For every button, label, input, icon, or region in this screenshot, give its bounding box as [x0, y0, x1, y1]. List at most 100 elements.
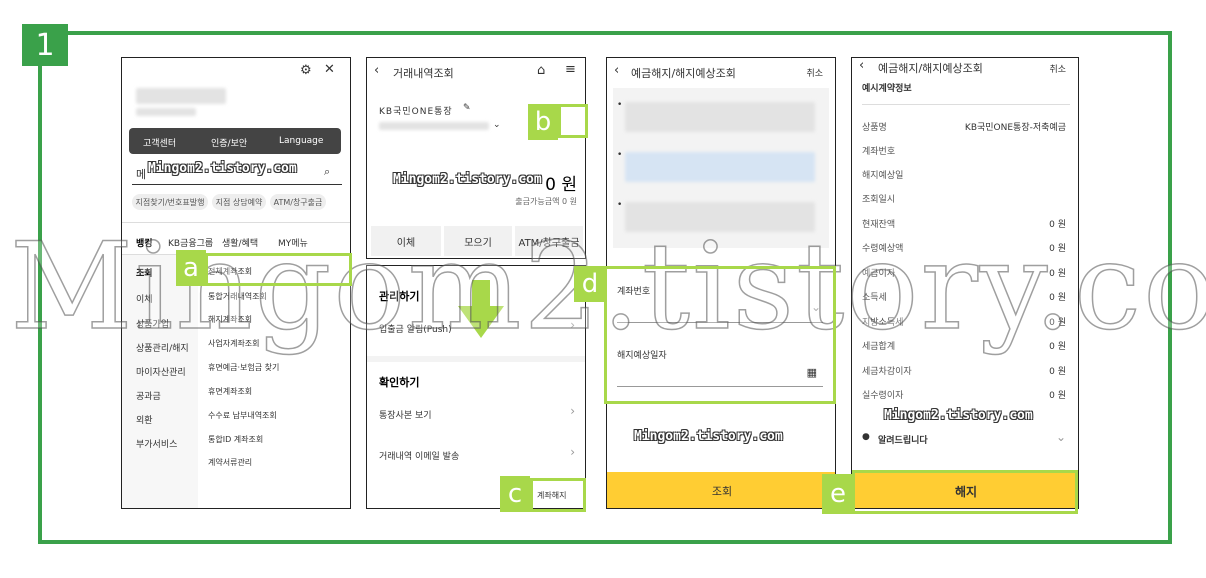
chevron-down-icon[interactable]: ⌄: [493, 120, 501, 130]
marker-b-label: b: [528, 104, 558, 140]
account-name: KB국민ONE통장: [379, 107, 453, 117]
sub-menu-contracts[interactable]: 계약서류관리: [208, 457, 252, 468]
sub-menu-fees[interactable]: 수수료 납부내역조회: [208, 410, 277, 421]
manage-heading: 관리하기: [379, 290, 420, 303]
back-icon[interactable]: ‹: [374, 63, 379, 78]
notice-toggle[interactable]: 알려드립니다: [878, 433, 928, 446]
sub-menu-integrated[interactable]: 통합ID 계좌조회: [208, 434, 263, 445]
watermark: Mingom2.tistory.com: [634, 429, 783, 444]
row-value: 0 원: [1049, 367, 1066, 377]
row-value: 0 원: [1049, 244, 1066, 254]
atm-button[interactable]: ATM/창구출금: [515, 226, 583, 256]
email-history-item[interactable]: 거래내역 이메일 발송: [379, 449, 459, 462]
sub-menu-dormant[interactable]: 휴면계좌조회: [208, 386, 252, 397]
check-heading: 확인하기: [379, 376, 420, 389]
row-label: 조회일시: [862, 195, 896, 205]
row-label: 소득세: [862, 293, 887, 303]
row-value: 0 원: [1049, 391, 1066, 401]
cancel-link[interactable]: 취소: [806, 66, 823, 79]
marker-d-box: [604, 266, 836, 404]
bullet-dot: •: [617, 150, 623, 160]
tab-kb-group[interactable]: KB금융그룹: [168, 236, 213, 249]
back-icon[interactable]: ‹: [859, 58, 864, 73]
row-label: 상품명: [862, 123, 887, 133]
search-icon[interactable]: ⌕: [324, 165, 330, 179]
tab-divider: [122, 222, 350, 223]
menu-icon[interactable]: ≡: [565, 62, 576, 77]
balance: 0 원: [545, 175, 577, 195]
row-value: 0 원: [1049, 318, 1066, 328]
row-label: 계좌번호: [862, 147, 896, 157]
left-menu-inquiry[interactable]: 조회: [136, 266, 153, 279]
section-divider: [367, 356, 585, 362]
row-value: 0 원: [1049, 293, 1066, 303]
tab-life[interactable]: 생활/혜택: [222, 236, 258, 249]
collect-button[interactable]: 모으기: [444, 226, 512, 256]
marker-a-box: [205, 253, 352, 286]
screen5-title: 예금해지/해지예상조회: [878, 62, 983, 75]
screen2-title: 거래내역조회: [393, 67, 454, 80]
left-menu-utility[interactable]: 공과금: [136, 389, 161, 402]
left-menu-extra[interactable]: 부가서비스: [136, 437, 177, 450]
watermark: Mingom2.tistory.com: [393, 172, 542, 187]
screen-transaction: ‹ 거래내역조회 ⌂ ≡ KB국민ONE통장 ✎ ⌄ 0 원 출금가능금액 0 …: [366, 57, 586, 259]
quick-pill-branch[interactable]: 지점찾기/번호표발행: [132, 194, 208, 210]
notice-text-blurred: [625, 102, 815, 132]
gear-icon[interactable]: ⚙: [300, 63, 312, 78]
row-label: 지방소득세: [862, 318, 904, 328]
left-menu-manage[interactable]: 상품관리/해지: [136, 341, 189, 354]
left-menu-assets[interactable]: 마이자산관리: [136, 365, 186, 378]
quick-pill-atm[interactable]: ATM/창구출금: [270, 194, 326, 210]
sub-menu-closed[interactable]: 해지계좌조회: [208, 314, 252, 325]
row-value: 0 원: [1049, 220, 1066, 230]
left-menu-transfer[interactable]: 이체: [136, 292, 153, 305]
close-icon[interactable]: ✕: [324, 62, 335, 77]
info-icon: ●: [862, 432, 870, 442]
transfer-button[interactable]: 이체: [371, 226, 441, 256]
row-value: 0 원: [1049, 269, 1066, 279]
subtitle-divider: [862, 104, 1070, 105]
back-icon[interactable]: ‹: [614, 63, 619, 78]
customer-center-button[interactable]: 고객센터: [143, 136, 176, 149]
left-menu-signup[interactable]: 상품가입: [136, 317, 169, 330]
left-menu-bg: [122, 255, 198, 508]
row-value: KB국민ONE통장-저축예금: [964, 123, 1066, 133]
tab-banking[interactable]: 뱅킹: [136, 236, 153, 249]
language-button[interactable]: Language: [279, 136, 323, 146]
row-label: 수령예상액: [862, 244, 904, 254]
screen-close-result: ‹ 예금해지/해지예상조회 취소 예시계약정보 상품명 KB국민ONE통장-저축…: [851, 57, 1079, 509]
bullet-dot: •: [617, 200, 623, 210]
chevron-right-icon: ›: [570, 445, 575, 459]
watermark: Mingom2.tistory.com: [148, 161, 297, 176]
push-alert-item[interactable]: 입출금 알림(Push): [379, 322, 452, 335]
sub-menu-history[interactable]: 통합거래내역조회: [208, 291, 267, 302]
search-prefix: 메: [136, 168, 147, 181]
marker-c-label: c: [500, 476, 530, 512]
sub-menu-dormant-find[interactable]: 휴면예금·보험금 찾기: [208, 362, 279, 373]
quick-pill-reservation[interactable]: 지점 상담예약: [212, 194, 266, 210]
inquiry-button[interactable]: 조회: [607, 472, 835, 508]
home-icon[interactable]: ⌂: [537, 63, 545, 78]
user-name-blurred: [136, 88, 226, 104]
security-button[interactable]: 인증/보안: [211, 136, 247, 149]
screen4-title: 예금해지/해지예상조회: [631, 67, 736, 80]
watermark: Mingom2.tistory.com: [884, 408, 1033, 423]
user-info-blurred: [136, 108, 196, 116]
left-menu-fx[interactable]: 외환: [136, 413, 153, 426]
chevron-right-icon: ›: [570, 404, 575, 418]
chevron-down-icon[interactable]: ⌄: [1056, 430, 1066, 444]
account-number-blurred: [379, 122, 489, 130]
row-value: 0 원: [1049, 342, 1066, 352]
row-label: 해지예상일: [862, 171, 904, 181]
edit-icon[interactable]: ✎: [463, 103, 471, 113]
sub-menu-business[interactable]: 사업자계좌조회: [208, 338, 260, 349]
notice-text-blurred: [625, 202, 815, 232]
notice-text-blurred: [625, 152, 815, 182]
row-label: 세금차감이자: [862, 367, 912, 377]
bullet-dot: •: [617, 100, 623, 110]
cancel-link[interactable]: 취소: [1049, 62, 1066, 75]
bankbook-copy-item[interactable]: 통장사본 보기: [379, 408, 432, 421]
row-label: 현재잔액: [862, 220, 896, 230]
tab-my-menu[interactable]: MY메뉴: [278, 236, 308, 249]
contract-subtitle: 예시계약정보: [862, 84, 912, 94]
